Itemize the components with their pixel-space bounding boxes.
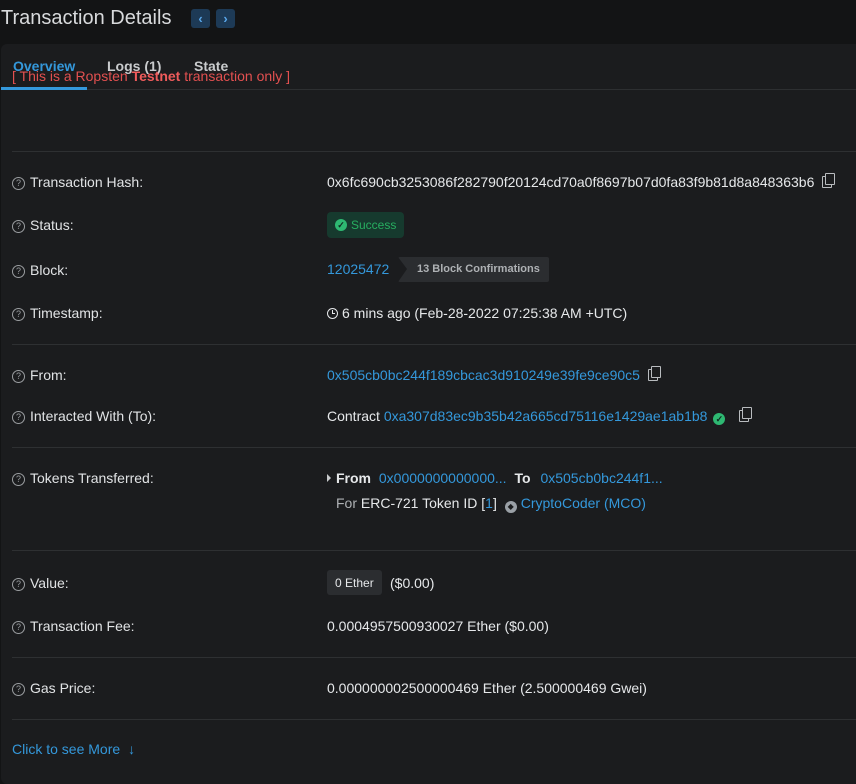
help-icon[interactable]: ? <box>12 621 25 634</box>
help-icon[interactable]: ? <box>12 177 25 190</box>
transaction-hash: 0x6fc690cb3253086f282790f20124cd70a0f869… <box>327 173 836 190</box>
gas-price: 0.000000002500000469 Ether (2.500000469 … <box>327 680 647 696</box>
chevron-right-icon: › <box>223 11 228 26</box>
prev-transaction-button[interactable]: ‹ <box>191 9 210 28</box>
next-transaction-button[interactable]: › <box>216 9 235 28</box>
chevron-left-icon: ‹ <box>198 11 203 26</box>
block-confirmations-badge: 13 Block Confirmations <box>398 257 549 282</box>
check-circle-icon: ✓ <box>335 219 347 231</box>
value-usd: ($0.00) <box>390 575 435 591</box>
from-address-link[interactable]: 0x505cb0bc244f189cbcac3d910249e39fe9ce90… <box>327 367 640 383</box>
clock-icon <box>327 308 338 319</box>
arrow-down-icon: ↓ <box>128 741 136 757</box>
contract-address-link[interactable]: 0xa307d83ec9b35b42a665cd75116e1429ae1ab1… <box>384 408 708 424</box>
copy-icon[interactable] <box>739 407 753 422</box>
gas-price-label: ? Gas Price: <box>12 680 95 696</box>
token-to-link[interactable]: 0x505cb0bc244f1... <box>540 470 662 486</box>
help-icon[interactable]: ? <box>12 265 25 278</box>
page-header: Transaction Details ‹ › <box>0 0 856 44</box>
active-tab-indicator <box>1 87 87 90</box>
caret-right-icon[interactable] <box>327 474 331 482</box>
help-icon[interactable]: ? <box>12 578 25 591</box>
value-label: ? Value: <box>12 575 69 591</box>
divider <box>12 151 856 152</box>
token-detail-line: For ERC-721 Token ID [1] ◆ CryptoCoder (M… <box>336 495 646 513</box>
block-number-link[interactable]: 12025472 <box>327 261 389 277</box>
token-name-link[interactable]: CryptoCoder (MCO) <box>521 495 646 511</box>
help-icon[interactable]: ? <box>12 370 25 383</box>
token-id-link[interactable]: 1 <box>485 495 493 511</box>
block-label: ? Block: <box>12 262 68 278</box>
divider <box>12 550 856 551</box>
divider <box>12 719 856 720</box>
from-label: ? From: <box>12 367 67 383</box>
hash-label: ? Transaction Hash: <box>12 174 143 190</box>
verified-check-icon: ✓ <box>713 413 726 425</box>
help-icon[interactable]: ? <box>12 473 25 486</box>
divider <box>12 657 856 658</box>
fee-label: ? Transaction Fee: <box>12 618 135 634</box>
page-title: Transaction Details <box>1 7 172 29</box>
timestamp-label: ? Timestamp: <box>12 305 103 321</box>
tokens-label: ? Tokens Transferred: <box>12 470 154 486</box>
help-icon[interactable]: ? <box>12 683 25 696</box>
ether-value-badge: 0 Ether <box>327 570 382 595</box>
transaction-fee: 0.0004957500930027 Ether ($0.00) <box>327 618 549 634</box>
help-icon[interactable]: ? <box>12 411 25 424</box>
to-label: ? Interacted With (To): <box>12 408 156 424</box>
status-label: ? Status: <box>12 217 74 233</box>
timestamp-value: 6 mins ago (Feb-28-2022 07:25:38 AM +UTC… <box>327 305 627 321</box>
testnet-notice: [ This is a Ropsten Testnet transaction … <box>12 68 291 84</box>
copy-icon[interactable] <box>647 366 661 381</box>
divider <box>12 344 856 345</box>
help-icon[interactable]: ? <box>12 220 25 233</box>
status-badge: ✓ Success <box>327 212 404 238</box>
divider <box>12 447 856 448</box>
token-logo-icon: ◆ <box>504 501 517 513</box>
token-from-link[interactable]: 0x0000000000000... <box>379 470 507 486</box>
from-address: 0x505cb0bc244f189cbcac3d910249e39fe9ce90… <box>327 366 661 383</box>
help-icon[interactable]: ? <box>12 308 25 321</box>
token-transfer-line: From 0x0000000000000... To 0x505cb0bc244… <box>327 470 663 486</box>
see-more-link[interactable]: Click to see More ↓ <box>12 741 135 757</box>
copy-icon[interactable] <box>822 173 836 188</box>
to-address: Contract 0xa307d83ec9b35b42a665cd75116e1… <box>327 407 753 425</box>
